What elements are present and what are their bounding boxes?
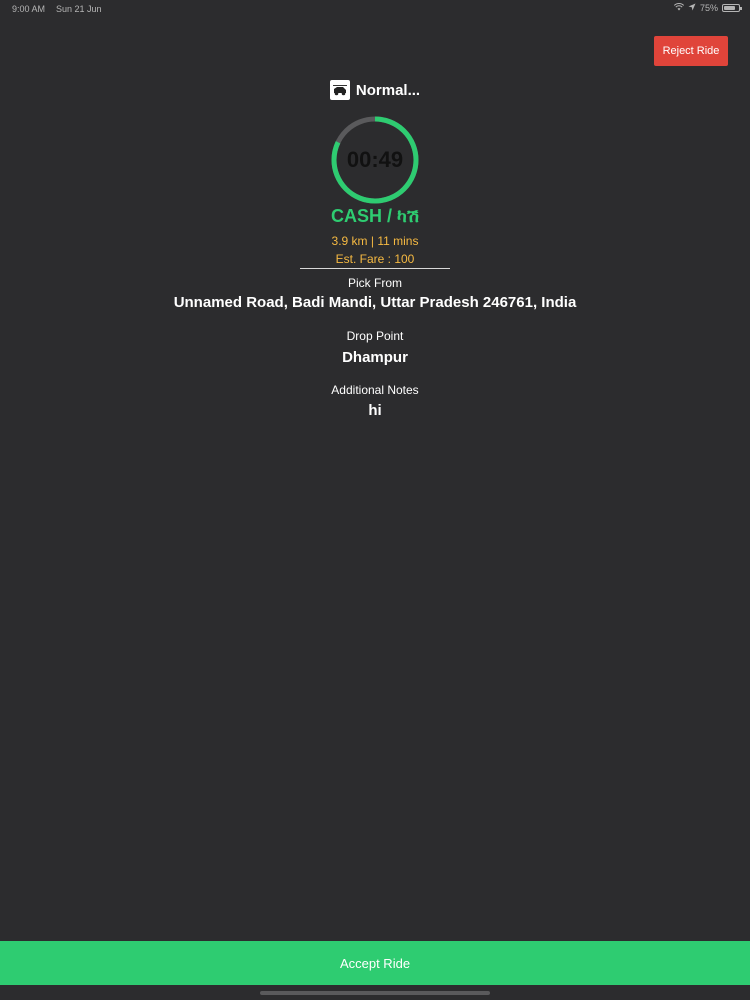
ride-type-header: Normal... (0, 80, 750, 100)
notes-value: hi (368, 402, 382, 419)
ride-type-label: Normal... (355, 81, 421, 99)
status-bar: 9:00 AM Sun 21 Jun 75% (0, 0, 750, 18)
drop-label: Drop Point (346, 329, 404, 343)
battery-percent: 75% (699, 3, 718, 13)
reject-ride-button[interactable]: Reject Ride (654, 36, 728, 66)
status-time: 9:00 AM (12, 4, 46, 14)
wifi-icon (673, 3, 685, 13)
home-indicator (260, 991, 490, 995)
divider (300, 268, 450, 269)
accept-ride-button[interactable]: Accept Ride (0, 941, 750, 985)
battery-icon (722, 4, 742, 12)
estimated-fare: Est. Fare : 100 (335, 252, 415, 266)
countdown-timer: 00:49 (330, 115, 420, 205)
pickup-address: Unnamed Road, Badi Mandi, Uttar Pradesh … (173, 294, 577, 311)
payment-method: CASH / ካሽ (331, 206, 419, 226)
status-indicators: 75% (673, 3, 742, 13)
timer-text: 00:49 (346, 147, 404, 172)
distance-time: 3.9 km | 11 mins (331, 234, 419, 248)
status-date: Sun 21 Jun (56, 4, 102, 14)
battery-fill (724, 6, 735, 10)
location-arrow-icon (688, 3, 696, 13)
vehicle-thumbnail-icon (329, 80, 350, 100)
pickup-label: Pick From (348, 276, 402, 290)
notes-label: Additional Notes (331, 383, 419, 397)
drop-address: Dhampur (342, 349, 408, 366)
